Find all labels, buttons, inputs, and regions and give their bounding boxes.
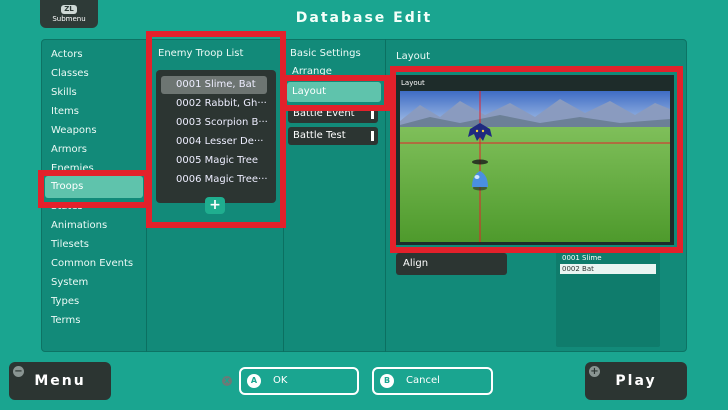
category-skills[interactable]: Skills [51, 87, 77, 99]
layout-heading: Layout [396, 51, 430, 62]
category-terms[interactable]: Terms [51, 315, 80, 327]
category-types[interactable]: Types [51, 296, 79, 308]
category-classes[interactable]: Classes [51, 68, 89, 80]
tab-battle-test-label: Battle Test [293, 130, 346, 141]
ok-button[interactable]: A OK [239, 367, 359, 395]
minus-icon: − [13, 366, 24, 377]
enemy-item-selected[interactable]: 0002 Bat [560, 264, 656, 274]
category-actors[interactable]: Actors [51, 49, 83, 61]
toggle-indicator-icon [371, 131, 374, 141]
b-key-icon: B [380, 374, 394, 388]
ok-button-label: OK [273, 375, 288, 386]
tab-battle-test[interactable]: Battle Test [288, 127, 378, 145]
category-animations[interactable]: Animations [51, 220, 107, 232]
highlight-frame-layout-preview [390, 66, 683, 253]
cancel-button-label: Cancel [406, 375, 440, 386]
a-key-icon: A [247, 374, 261, 388]
align-button[interactable]: Align [396, 253, 507, 275]
basic-settings-heading: Basic Settings [290, 48, 361, 59]
category-system[interactable]: System [51, 277, 88, 289]
play-button-label: Play [615, 373, 657, 389]
play-button[interactable]: + Play [585, 362, 687, 400]
enemy-item[interactable]: 0001 Slime [560, 253, 656, 263]
menu-button-label: Menu [34, 373, 86, 389]
x-key-icon: X [222, 376, 232, 386]
category-items[interactable]: Items [51, 106, 79, 118]
category-tilesets[interactable]: Tilesets [51, 239, 89, 251]
page-title: Database Edit [295, 10, 433, 26]
plus-icon: + [589, 366, 600, 377]
category-common-events[interactable]: Common Events [51, 258, 133, 270]
category-weapons[interactable]: Weapons [51, 125, 97, 137]
highlight-frame-troop-list [146, 31, 286, 228]
cancel-button[interactable]: B Cancel [372, 367, 493, 395]
highlight-frame-layout-tab [281, 75, 390, 111]
menu-button[interactable]: − Menu [9, 362, 111, 400]
highlight-frame-troops [38, 170, 150, 208]
category-armors[interactable]: Armors [51, 144, 87, 156]
